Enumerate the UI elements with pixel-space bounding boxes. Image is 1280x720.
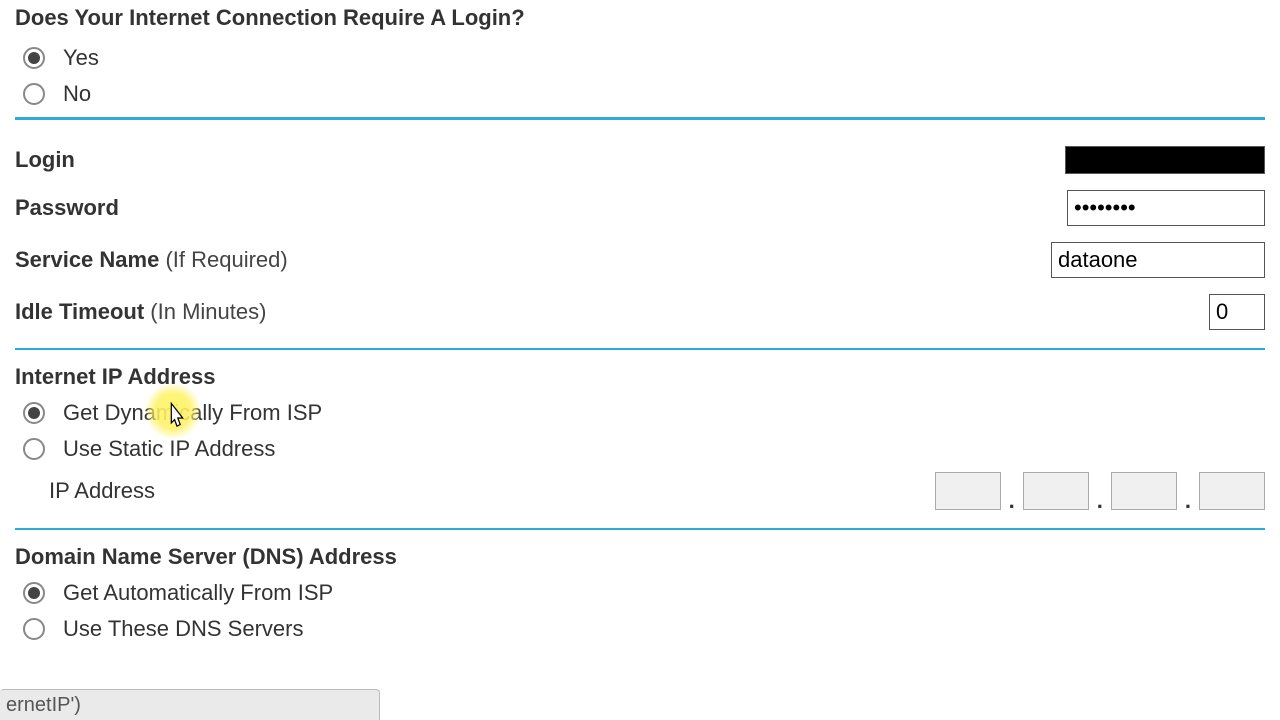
radio-dns-manual[interactable] [23, 618, 45, 640]
login-label: Login [15, 147, 75, 173]
ip-address-inputs: . . . [935, 472, 1265, 510]
radio-ip-dynamic[interactable] [23, 402, 45, 424]
dns-auto-row[interactable]: Get Automatically From ISP [23, 580, 1280, 606]
ip-address-row: IP Address . . . [15, 472, 1265, 510]
divider-2 [15, 348, 1265, 350]
dns-manual-row[interactable]: Use These DNS Servers [23, 616, 1280, 642]
ip-octet-4[interactable] [1199, 472, 1265, 510]
login-required-no-row[interactable]: No [23, 81, 1280, 107]
timeout-row: Idle Timeout (In Minutes) [15, 294, 1265, 330]
login-input[interactable] [1065, 146, 1265, 174]
password-label: Password [15, 195, 119, 221]
ip-octet-3[interactable] [1111, 472, 1177, 510]
ip-octet-1[interactable] [935, 472, 1001, 510]
ip-address-label: IP Address [49, 478, 155, 504]
ip-dot-2: . [1097, 488, 1103, 514]
service-hint: (If Required) [165, 247, 287, 272]
radio-no-label: No [63, 81, 91, 107]
timeout-input[interactable] [1209, 294, 1265, 330]
divider-3 [15, 528, 1265, 530]
login-row: Login [15, 146, 1265, 174]
timeout-label: Idle Timeout (In Minutes) [15, 299, 266, 325]
radio-ip-static[interactable] [23, 438, 45, 460]
radio-no[interactable] [23, 83, 45, 105]
ip-static-row[interactable]: Use Static IP Address [23, 436, 1280, 462]
ip-dot-1: . [1009, 488, 1015, 514]
ip-octet-2[interactable] [1023, 472, 1089, 510]
service-label-text: Service Name [15, 247, 159, 272]
timeout-hint: (In Minutes) [150, 299, 266, 324]
radio-ip-dynamic-label: Get Dynamically From ISP [63, 400, 322, 426]
service-label: Service Name (If Required) [15, 247, 288, 273]
login-required-yes-row[interactable]: Yes [23, 45, 1280, 71]
password-input[interactable] [1067, 190, 1265, 226]
password-row: Password [15, 190, 1265, 226]
divider-1 [15, 117, 1265, 120]
timeout-label-text: Idle Timeout [15, 299, 144, 324]
radio-yes[interactable] [23, 47, 45, 69]
ip-dynamic-row[interactable]: Get Dynamically From ISP [23, 400, 1280, 426]
radio-dns-manual-label: Use These DNS Servers [63, 616, 303, 642]
radio-ip-static-label: Use Static IP Address [63, 436, 275, 462]
service-row: Service Name (If Required) [15, 242, 1265, 278]
login-required-heading: Does Your Internet Connection Require A … [15, 5, 1280, 31]
status-tooltip: ernetIP') [0, 689, 380, 720]
internet-ip-heading: Internet IP Address [15, 364, 1280, 390]
radio-yes-label: Yes [63, 45, 99, 71]
radio-dns-auto[interactable] [23, 582, 45, 604]
radio-dns-auto-label: Get Automatically From ISP [63, 580, 333, 606]
service-input[interactable] [1051, 242, 1265, 278]
dns-heading: Domain Name Server (DNS) Address [15, 544, 1280, 570]
ip-dot-3: . [1185, 488, 1191, 514]
